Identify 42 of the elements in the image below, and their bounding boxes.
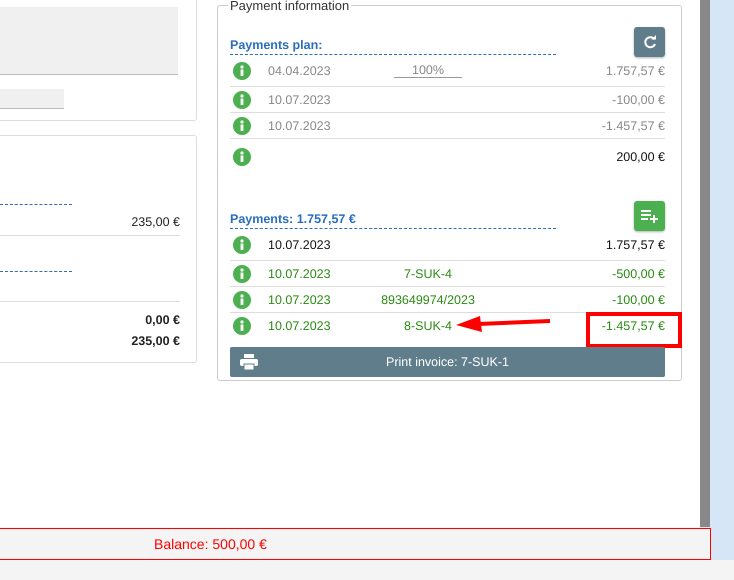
total-amount: 0,00 € [145, 312, 180, 326]
amount-text: -100,00 € [612, 92, 665, 106]
document-number: 8-SUK-4 [404, 318, 452, 332]
balance-bar: Balance: 500,00 € [0, 528, 711, 560]
date-text: 10.07.2023 [268, 266, 331, 280]
document-number: 7-SUK-4 [404, 266, 452, 280]
printer-icon [240, 354, 258, 370]
section-title: Payments: 1.757,57 € [230, 212, 556, 229]
panel-legend: Payment information [228, 0, 352, 13]
total-amount: 235,00 € [131, 334, 180, 348]
amount-text: 1.757,57 € [606, 64, 665, 78]
date-text: 10.07.2023 [268, 118, 331, 132]
print-invoice-button[interactable]: Print invoice: 7-SUK-1 [230, 347, 665, 377]
refresh-icon [642, 34, 658, 50]
scrollbar-thumb[interactable] [700, 0, 710, 527]
add-payment-button[interactable] [634, 201, 665, 231]
list-add-icon [640, 209, 658, 223]
info-icon[interactable] [233, 290, 251, 308]
percent-field[interactable]: 100% [394, 63, 462, 78]
date-text: 10.07.2023 [268, 238, 331, 252]
refresh-button[interactable] [634, 27, 665, 57]
document-number: 893649974/2023 [381, 292, 475, 306]
info-icon[interactable] [233, 148, 251, 166]
date-text: 10.07.2023 [268, 292, 331, 306]
info-icon[interactable] [233, 316, 251, 334]
date-text: 04.04.2023 [268, 64, 331, 78]
date-text: 10.07.2023 [268, 318, 331, 332]
info-icon[interactable] [233, 62, 251, 80]
amount-text: -100,00 € [612, 292, 665, 306]
amount-text: -1.457,57 € [602, 318, 665, 332]
amount-text: -1.457,57 € [602, 118, 665, 132]
info-icon[interactable] [233, 116, 251, 134]
info-icon[interactable] [233, 236, 251, 254]
amount-text: 200,00 € [616, 150, 665, 164]
section-title: Payments plan: [230, 38, 556, 55]
date-text: 10.07.2023 [268, 92, 331, 106]
info-icon[interactable] [233, 264, 251, 282]
info-icon[interactable] [233, 90, 251, 108]
input-field[interactable] [0, 89, 64, 109]
amount-text: 1.757,57 € [606, 238, 665, 252]
amount-text: 235,00 € [131, 215, 180, 229]
amount-text: -500,00 € [612, 266, 665, 280]
